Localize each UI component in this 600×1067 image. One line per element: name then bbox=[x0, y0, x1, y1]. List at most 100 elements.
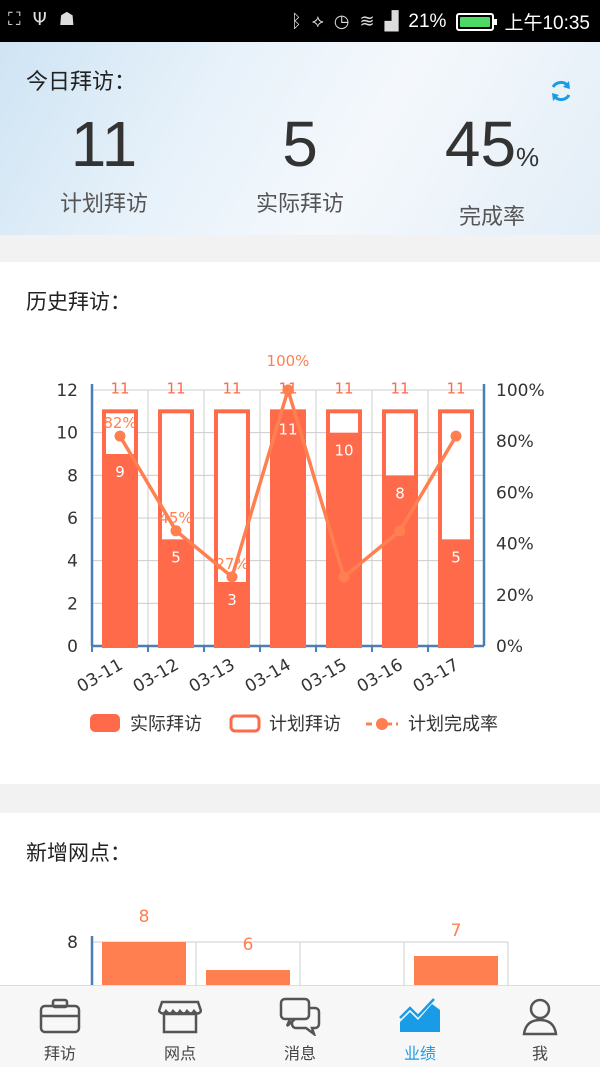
x-tick-label: 03-14 bbox=[242, 655, 295, 697]
wifi-icon: ≋ bbox=[359, 10, 375, 32]
bar-actual-label: 5 bbox=[451, 548, 461, 566]
x-tick-label: 03-13 bbox=[186, 655, 239, 697]
nav-performance[interactable]: 业绩 bbox=[360, 986, 480, 1067]
bar-actual bbox=[104, 454, 136, 646]
nav-visit[interactable]: 拜访 bbox=[0, 986, 120, 1067]
bar-actual bbox=[272, 411, 304, 646]
bar-actual-label: 8 bbox=[395, 484, 405, 502]
alarm-icon: ◷ bbox=[333, 10, 350, 32]
nav-visit-label: 拜访 bbox=[43, 1044, 76, 1063]
stat-planned-label: 计划拜访 bbox=[59, 192, 148, 217]
bar-planned-label: 11 bbox=[166, 379, 185, 397]
briefcase-icon bbox=[39, 998, 81, 1034]
y2-tick-label: 100% bbox=[496, 381, 545, 401]
nav-me[interactable]: 我 bbox=[480, 986, 600, 1067]
rate-point bbox=[282, 384, 294, 396]
legend-label-actual: 实际拜访 bbox=[130, 714, 202, 735]
x-tick-label: 03-16 bbox=[354, 655, 407, 697]
y2-tick-label: 40% bbox=[496, 535, 534, 555]
new-outlets-title: 新增网点： bbox=[26, 841, 131, 865]
chat-icon bbox=[279, 997, 321, 1036]
y-tick-label: 8 bbox=[67, 466, 78, 486]
bar-actual-label: 10 bbox=[334, 442, 353, 460]
history-visits-card: 历史拜访： 0 2 4 6 8 10 12 0% 20% 40% 60% 80% 100% 11 9 03-1… bbox=[0, 262, 600, 784]
x-tick-label: 03-17 bbox=[410, 655, 463, 697]
stat-actual-label: 实际拜访 bbox=[255, 192, 344, 217]
y-tick-label: 10 bbox=[56, 424, 78, 444]
today-title: 今日拜访： bbox=[26, 70, 137, 95]
rate-point-label: 100% bbox=[267, 352, 310, 370]
rate-point bbox=[338, 571, 350, 583]
stat-planned: 11 计划拜访 bbox=[4, 104, 204, 218]
y-tick-label: 0 bbox=[67, 637, 78, 657]
stat-rate-label: 完成率 bbox=[458, 205, 525, 230]
bar-value-label: 8 bbox=[139, 907, 150, 927]
usb-icon: Ψ bbox=[32, 9, 47, 30]
y2-tick-label: 0% bbox=[496, 637, 523, 657]
nav-outlet[interactable]: 网点 bbox=[120, 986, 240, 1067]
stat-rate-value: 45 bbox=[444, 108, 517, 180]
user-icon bbox=[522, 998, 558, 1036]
legend-swatch-planned bbox=[229, 714, 261, 733]
nav-outlet-label: 网点 bbox=[163, 1044, 196, 1063]
y-tick-label: 4 bbox=[67, 552, 78, 572]
bar-actual-label: 9 bbox=[115, 463, 125, 481]
rate-point bbox=[394, 525, 406, 537]
rate-point bbox=[226, 571, 238, 583]
today-visits-card: 今日拜访： 11 计划拜访 5 实际拜访 45% 完成率 bbox=[0, 42, 600, 235]
bar-planned-label: 11 bbox=[222, 379, 241, 397]
bottom-nav: 拜访 网点 消息 业绩 我 bbox=[0, 985, 600, 1067]
bar-value-label: 7 bbox=[451, 921, 462, 941]
legend-label-rate: 计划完成率 bbox=[408, 714, 498, 735]
status-bar: ⛶ Ψ ☗ ᛒ ⟡ ◷ ≋ ▟ 21% 上午10:35 bbox=[0, 0, 600, 42]
clock: 上午10:35 bbox=[504, 13, 590, 34]
bluetooth-icon: ᛒ bbox=[291, 10, 302, 32]
legend-swatch-actual bbox=[90, 714, 120, 732]
chart-icon bbox=[399, 998, 440, 1032]
rate-point bbox=[114, 430, 126, 442]
y2-tick-label: 60% bbox=[496, 483, 534, 503]
nav-message[interactable]: 消息 bbox=[240, 986, 360, 1067]
signal-icon: ▟ bbox=[384, 10, 399, 32]
nav-performance-label: 业绩 bbox=[403, 1044, 436, 1063]
stat-rate-unit: % bbox=[516, 142, 540, 172]
rate-point-label: 82% bbox=[103, 414, 136, 432]
bar-value-label: 6 bbox=[243, 935, 254, 955]
nav-message-label: 消息 bbox=[283, 1044, 316, 1063]
bar-actual-label: 5 bbox=[171, 548, 181, 566]
battery-icon bbox=[456, 12, 498, 31]
stat-actual: 5 实际拜访 bbox=[200, 104, 400, 218]
rate-point bbox=[170, 525, 182, 537]
bar-planned-label: 11 bbox=[446, 379, 465, 397]
store-icon bbox=[158, 1000, 202, 1034]
y-tick-label: 8 bbox=[67, 933, 78, 953]
stat-planned-value: 11 bbox=[70, 108, 138, 180]
bar-planned-label: 11 bbox=[390, 379, 409, 397]
vibrate-icon: ⟡ bbox=[311, 10, 324, 32]
bar-planned-label: 11 bbox=[334, 379, 353, 397]
bar-actual-label: 3 bbox=[227, 591, 237, 609]
android-icon: ☗ bbox=[58, 9, 75, 30]
y-tick-label: 2 bbox=[67, 594, 78, 614]
history-chart: 0 2 4 6 8 10 12 0% 20% 40% 60% 80% 100% 11 9 03-11 11 5 03… bbox=[56, 352, 545, 735]
rate-point-label: 27% bbox=[215, 555, 248, 573]
y-tick-label: 12 bbox=[56, 381, 78, 401]
rate-point bbox=[450, 430, 462, 442]
nav-me-label: 我 bbox=[531, 1044, 548, 1063]
refresh-icon[interactable] bbox=[548, 78, 574, 104]
y2-tick-label: 80% bbox=[496, 432, 534, 452]
rate-point-label: 45% bbox=[159, 509, 192, 527]
legend-swatch-rate-point bbox=[376, 718, 388, 730]
bar-planned-label: 11 bbox=[110, 379, 129, 397]
battery-percent: 21% bbox=[408, 10, 447, 32]
x-tick-label: 03-12 bbox=[130, 655, 183, 697]
y2-tick-label: 20% bbox=[496, 586, 534, 606]
y-tick-label: 6 bbox=[67, 509, 78, 529]
bar-actual-label: 11 bbox=[278, 420, 297, 438]
x-tick-label: 03-11 bbox=[74, 655, 127, 697]
legend-label-planned: 计划拜访 bbox=[269, 714, 341, 735]
x-tick-label: 03-15 bbox=[298, 655, 351, 697]
stat-actual-value: 5 bbox=[282, 108, 318, 180]
screenshot-icon: ⛶ bbox=[8, 9, 21, 30]
stat-rate: 45% 完成率 bbox=[392, 104, 592, 231]
